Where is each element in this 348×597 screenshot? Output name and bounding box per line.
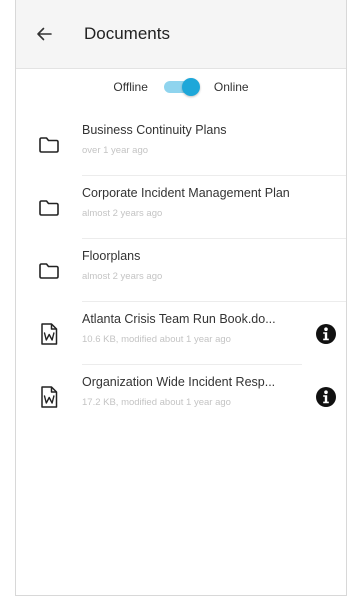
item-subtitle: almost 2 years ago — [82, 208, 163, 219]
word-document-icon — [41, 385, 58, 408]
folder-icon — [39, 262, 59, 279]
page-title: Documents — [84, 24, 170, 43]
online-label: Online — [213, 80, 249, 94]
word-document-icon — [41, 322, 58, 345]
list-item[interactable]: Floorplans almost 2 years ago — [16, 239, 346, 302]
document-list: Business Continuity Plans over 1 year ag… — [16, 113, 346, 428]
item-title: Organization Wide Incident Resp... — [82, 375, 276, 389]
folder-icon — [39, 136, 59, 153]
connection-toggle-row: Offline Online — [16, 71, 346, 103]
documents-screen: Documents Offline Online Business Contin… — [15, 0, 347, 596]
list-item[interactable]: Corporate Incident Management Plan almos… — [16, 176, 346, 239]
item-subtitle: 17.2 KB, modified about 1 year ago — [82, 397, 231, 408]
item-title: Business Continuity Plans — [82, 123, 227, 137]
list-item[interactable]: Atlanta Crisis Team Run Book.do... 10.6 … — [16, 302, 346, 365]
info-icon[interactable] — [316, 387, 336, 407]
info-icon[interactable] — [316, 324, 336, 344]
item-title: Corporate Incident Management Plan — [82, 186, 290, 200]
list-item[interactable]: Business Continuity Plans over 1 year ag… — [16, 113, 346, 176]
item-title: Floorplans — [82, 249, 141, 263]
switch-thumb[interactable] — [181, 78, 200, 96]
back-button[interactable] — [16, 0, 72, 69]
folder-icon — [39, 199, 59, 216]
list-item[interactable]: Organization Wide Incident Resp... 17.2 … — [16, 365, 346, 428]
arrow-left-icon — [37, 27, 52, 41]
item-title: Atlanta Crisis Team Run Book.do... — [82, 312, 276, 326]
online-offline-switch[interactable] — [162, 78, 200, 96]
item-subtitle: over 1 year ago — [82, 145, 149, 156]
item-subtitle: almost 2 years ago — [82, 271, 163, 282]
app-bar: Documents — [16, 0, 346, 69]
offline-label: Offline — [113, 80, 148, 94]
item-subtitle: 10.6 KB, modified about 1 year ago — [82, 334, 231, 345]
